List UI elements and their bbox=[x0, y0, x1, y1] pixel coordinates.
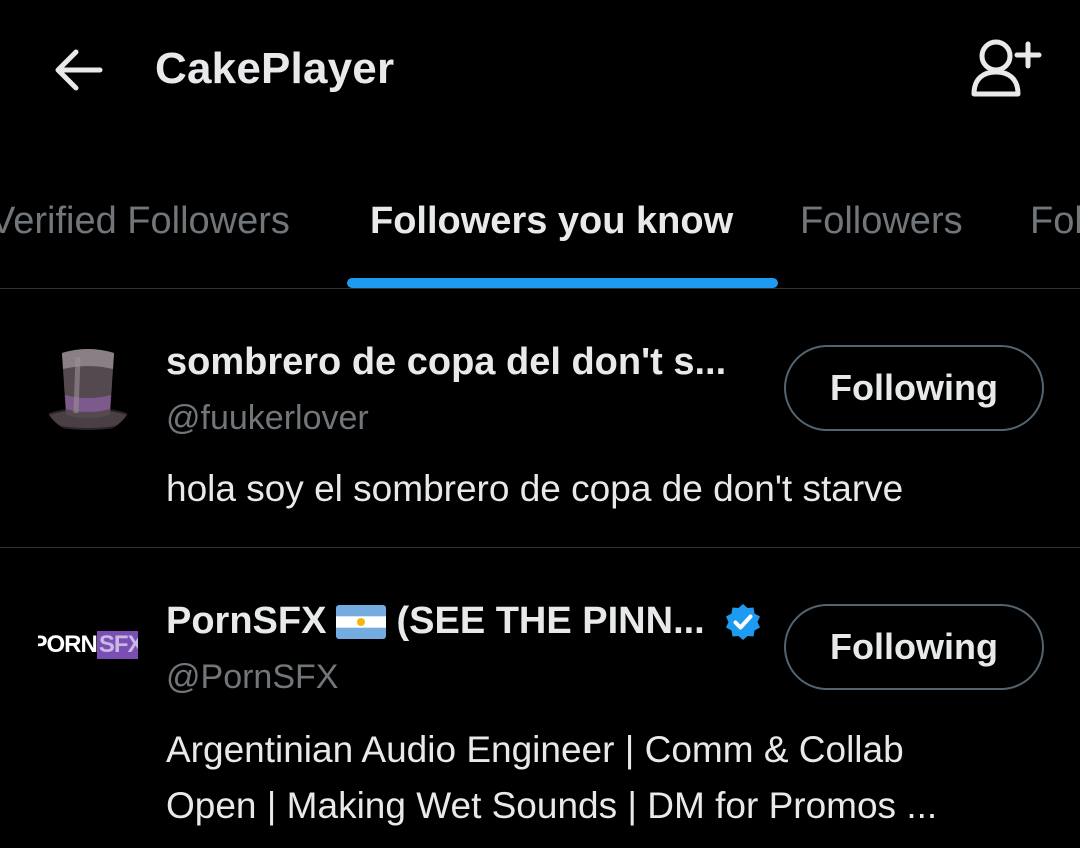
user-bio-line: Open | Making Wet Sounds | DM for Promos… bbox=[166, 785, 938, 826]
top-hat-icon bbox=[40, 339, 136, 435]
active-tab-indicator bbox=[347, 278, 778, 288]
tab-followers[interactable]: Followers bbox=[800, 200, 963, 243]
user-display-name-suffix: (SEE THE PINN... bbox=[396, 600, 705, 642]
user-handle[interactable]: @fuukerlover bbox=[166, 399, 369, 438]
tab-verified-followers[interactable]: Verified Followers bbox=[0, 200, 290, 243]
back-button[interactable] bbox=[48, 40, 108, 100]
user-display-name[interactable]: PornSFX (SEE THE PINN... bbox=[166, 600, 763, 643]
tab-followers-you-know[interactable]: Followers you know bbox=[370, 200, 733, 243]
person-add-icon bbox=[971, 39, 1042, 97]
page-title: CakePlayer bbox=[155, 44, 395, 93]
user-bio: Argentinian Audio Engineer | Comm & Coll… bbox=[166, 722, 1046, 834]
arrow-left-icon bbox=[55, 49, 103, 91]
user-handle[interactable]: @PornSFX bbox=[166, 658, 338, 697]
user-bio: hola soy el sombrero de copa de don't st… bbox=[166, 468, 904, 509]
avatar[interactable] bbox=[40, 339, 136, 435]
user-list-item[interactable]: sombrero de copa del don't s... @fuukerl… bbox=[0, 289, 1080, 548]
user-display-name-text: PornSFX bbox=[166, 600, 327, 642]
following-button[interactable]: Following bbox=[784, 604, 1044, 690]
user-bio-line: Argentinian Audio Engineer | Comm & Coll… bbox=[166, 729, 904, 770]
verified-badge-icon bbox=[725, 603, 760, 640]
tab-following[interactable]: Following bbox=[1030, 200, 1080, 243]
tab-bar: Verified Followers Followers you know Fo… bbox=[0, 180, 1080, 289]
top-app-bar: CakePlayer bbox=[0, 0, 1080, 150]
argentina-flag-icon bbox=[336, 604, 387, 639]
add-user-button[interactable] bbox=[966, 36, 1042, 102]
avatar-logo-part2: SFX bbox=[96, 631, 138, 659]
avatar-logo-part1: PORN bbox=[38, 631, 98, 658]
following-button[interactable]: Following bbox=[784, 345, 1044, 431]
avatar[interactable]: PORN SFX bbox=[38, 600, 138, 690]
user-list-item[interactable]: PORN SFX PornSFX (SEE THE PINN... @PornS… bbox=[0, 548, 1080, 848]
user-display-name[interactable]: sombrero de copa del don't s... bbox=[166, 341, 726, 384]
